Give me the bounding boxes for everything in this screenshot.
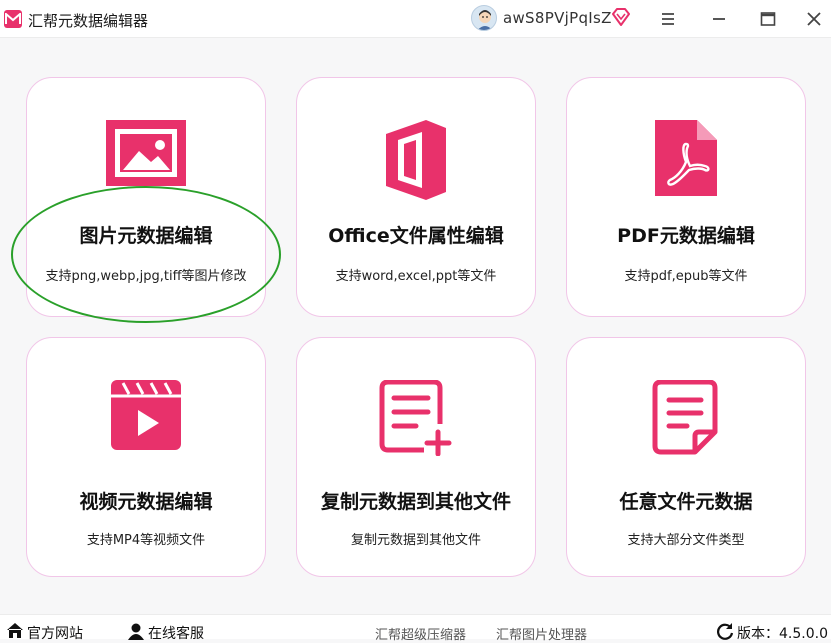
card-description: 支持MP4等视频文件 xyxy=(86,533,206,548)
headset-icon xyxy=(128,623,144,640)
close-icon xyxy=(807,12,821,26)
image-processor-app-link[interactable]: 汇帮图片处理器 xyxy=(496,624,587,643)
document-icon xyxy=(652,380,718,455)
maximize-button[interactable] xyxy=(755,6,781,32)
card-title: PDF元数据编辑 xyxy=(617,225,755,247)
menu-button[interactable] xyxy=(655,6,681,32)
copy-document-icon xyxy=(379,380,452,456)
pdf-icon xyxy=(655,120,717,196)
card-title: 图片元数据编辑 xyxy=(79,225,213,247)
diamond-vip-icon[interactable] xyxy=(611,8,631,30)
official-website-link[interactable]: 官方网站 xyxy=(27,623,83,643)
card-video-metadata[interactable]: 视频元数据编辑 支持MP4等视频文件 xyxy=(26,337,266,577)
image-icon xyxy=(106,120,186,186)
office-icon xyxy=(386,120,446,200)
card-office-metadata[interactable]: Office文件属性编辑 支持word,excel,ppt等文件 xyxy=(296,77,536,317)
menu-icon xyxy=(662,13,674,25)
card-image-metadata[interactable]: 图片元数据编辑 支持png,webp,jpg,tiff等图片修改 xyxy=(26,77,266,317)
card-description: 复制元数据到其他文件 xyxy=(350,533,481,548)
user-avatar[interactable] xyxy=(471,5,497,31)
minimize-button[interactable] xyxy=(706,6,732,32)
app-logo-icon xyxy=(4,10,22,28)
card-title: Office文件属性编辑 xyxy=(328,225,504,247)
close-button[interactable] xyxy=(801,6,827,32)
username[interactable]: awS8PVjPqIsZ xyxy=(503,9,612,27)
status-bar: 官方网站 在线客服 汇帮超级压缩器 汇帮图片处理器 版本：4.5.0.0 xyxy=(0,614,831,643)
version-label: 版本：4.5.0.0 xyxy=(737,623,828,643)
card-pdf-metadata[interactable]: PDF元数据编辑 支持pdf,epub等文件 xyxy=(566,77,806,317)
card-copy-metadata[interactable]: 复制元数据到其他文件 复制元数据到其他文件 xyxy=(296,337,536,577)
compressor-app-link[interactable]: 汇帮超级压缩器 xyxy=(375,624,466,643)
online-service-link[interactable]: 在线客服 xyxy=(148,623,204,643)
version-prefix: 版本： xyxy=(737,626,779,642)
maximize-icon xyxy=(760,12,776,26)
card-description: 支持word,excel,ppt等文件 xyxy=(335,269,497,284)
refresh-icon[interactable] xyxy=(716,622,734,640)
card-title: 复制元数据到其他文件 xyxy=(320,491,511,513)
card-any-file-metadata[interactable]: 任意文件元数据 支持大部分文件类型 xyxy=(566,337,806,577)
card-title: 视频元数据编辑 xyxy=(79,491,213,513)
video-icon xyxy=(111,380,181,450)
card-description: 支持pdf,epub等文件 xyxy=(624,269,748,284)
app-title: 汇帮元数据编辑器 xyxy=(28,12,149,30)
version-number: 4.5.0.0 xyxy=(779,626,828,642)
card-title: 任意文件元数据 xyxy=(619,491,753,513)
minimize-icon xyxy=(713,18,725,20)
card-description: 支持大部分文件类型 xyxy=(627,533,745,548)
home-icon xyxy=(7,623,23,638)
card-description: 支持png,webp,jpg,tiff等图片修改 xyxy=(45,269,247,284)
title-bar: 汇帮元数据编辑器 awS8PVjPqIsZ xyxy=(0,0,831,38)
